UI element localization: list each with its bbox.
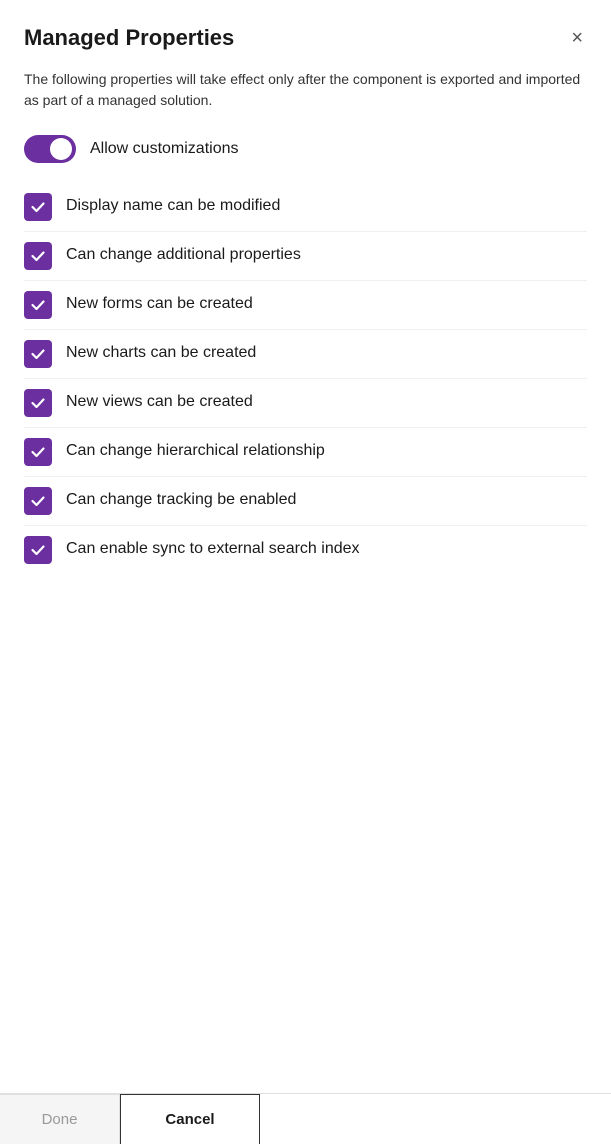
list-item: New views can be created [24, 379, 587, 428]
list-item: Can change hierarchical relationship [24, 428, 587, 477]
toggle-slider [24, 135, 76, 163]
checkmark-icon [30, 297, 46, 313]
checkmark-icon [30, 395, 46, 411]
checkmark-icon [30, 248, 46, 264]
checkbox-label: Can change hierarchical relationship [66, 440, 325, 462]
list-item: Display name can be modified [24, 183, 587, 232]
checkbox-additional-properties[interactable] [24, 242, 52, 270]
list-item: New charts can be created [24, 330, 587, 379]
checkmark-icon [30, 493, 46, 509]
dialog-header: Managed Properties × [24, 24, 587, 53]
cancel-button[interactable]: Cancel [120, 1094, 260, 1144]
list-item: Can change additional properties [24, 232, 587, 281]
list-item: New forms can be created [24, 281, 587, 330]
checkmark-icon [30, 199, 46, 215]
checkbox-label: Can change additional properties [66, 244, 301, 266]
checkmark-icon [30, 346, 46, 362]
checkmark-icon [30, 542, 46, 558]
checkbox-display-name[interactable] [24, 193, 52, 221]
toggle-label: Allow customizations [90, 140, 239, 158]
allow-customizations-toggle-row: Allow customizations [24, 135, 587, 163]
checkbox-hierarchical-relationship[interactable] [24, 438, 52, 466]
checkbox-label: New forms can be created [66, 293, 253, 315]
checkbox-sync-external[interactable] [24, 536, 52, 564]
dialog-footer: Done Cancel [0, 1093, 611, 1144]
list-item: Can change tracking be enabled [24, 477, 587, 526]
checkbox-tracking[interactable] [24, 487, 52, 515]
checkbox-new-charts[interactable] [24, 340, 52, 368]
list-item: Can enable sync to external search index [24, 526, 587, 574]
close-button[interactable]: × [567, 24, 587, 52]
dialog-title: Managed Properties [24, 24, 234, 53]
checkbox-list: Display name can be modified Can change … [24, 183, 587, 574]
done-button[interactable]: Done [0, 1094, 120, 1144]
checkbox-new-views[interactable] [24, 389, 52, 417]
checkbox-label: New charts can be created [66, 342, 256, 364]
managed-properties-dialog: Managed Properties × The following prope… [0, 0, 611, 1144]
checkbox-label: New views can be created [66, 391, 253, 413]
checkbox-new-forms[interactable] [24, 291, 52, 319]
checkbox-label: Can enable sync to external search index [66, 538, 360, 560]
dialog-description: The following properties will take effec… [24, 69, 587, 111]
checkbox-label: Display name can be modified [66, 195, 280, 217]
checkmark-icon [30, 444, 46, 460]
checkbox-label: Can change tracking be enabled [66, 489, 296, 511]
allow-customizations-toggle[interactable] [24, 135, 76, 163]
dialog-content: Managed Properties × The following prope… [0, 0, 611, 1093]
